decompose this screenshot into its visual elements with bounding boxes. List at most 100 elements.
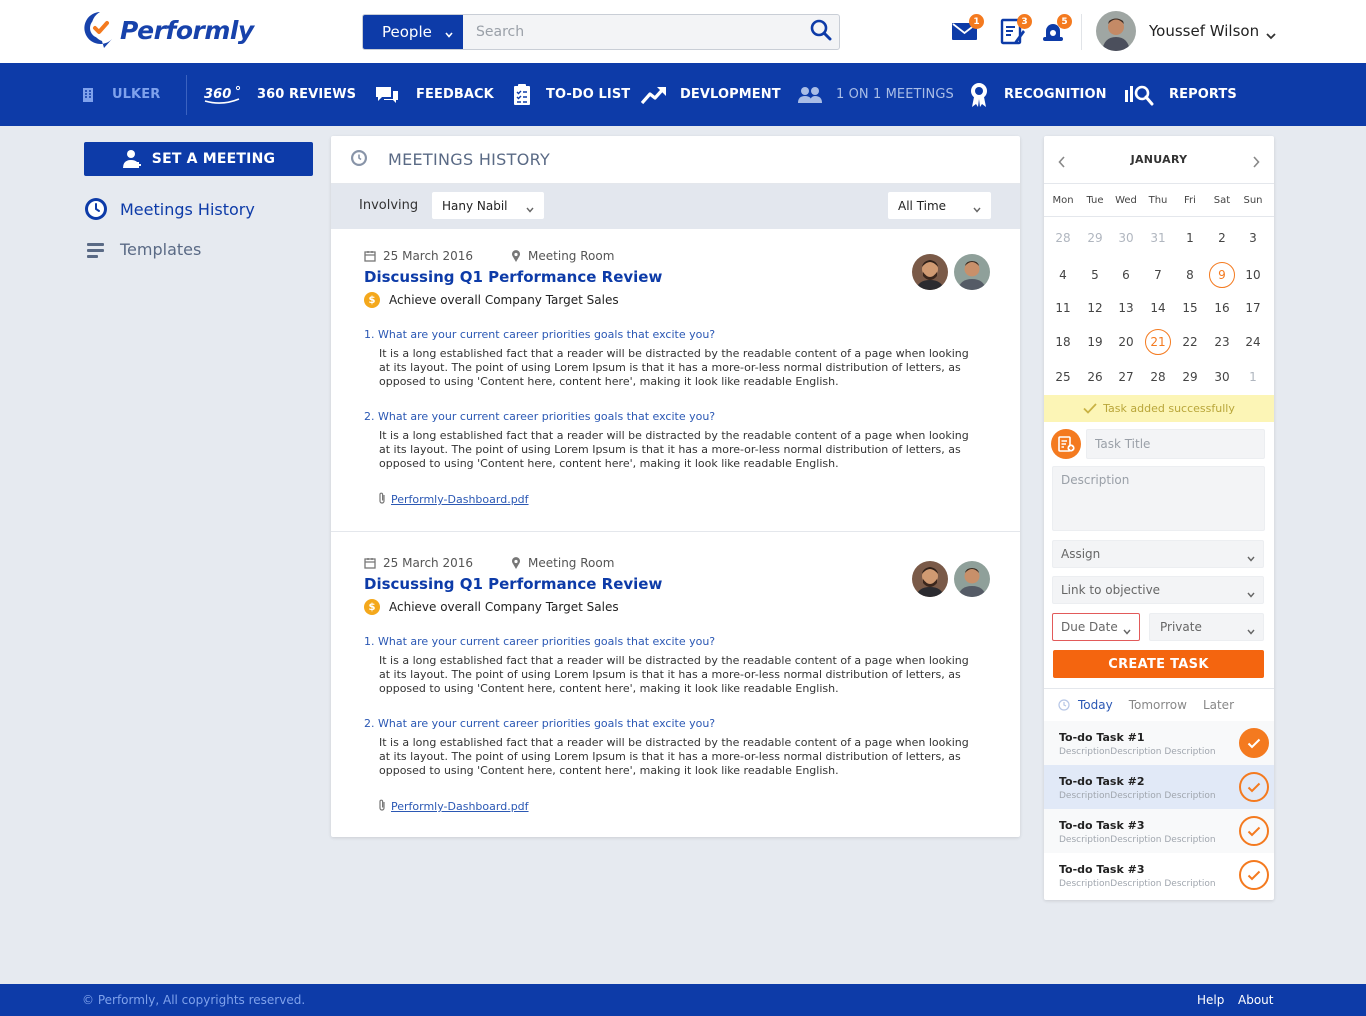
brand-logo[interactable]: Performly [82,10,254,50]
set-meeting-label: SET A MEETING [151,151,276,167]
calendar-day[interactable]: 30 [1113,225,1139,251]
nav-item-feedback[interactable]: FEEDBACK [375,63,494,126]
user-name[interactable]: Youssef Wilson [1149,22,1259,40]
calendar-day[interactable]: 7 [1145,262,1171,288]
todo-item[interactable]: To-do Task #3 DescriptionDescription Des… [1044,809,1274,853]
participant-avatar[interactable] [912,561,948,597]
create-task-button[interactable]: CREATE TASK [1053,650,1264,678]
about-link[interactable]: About [1238,993,1273,1007]
tab-tomorrow[interactable]: Tomorrow [1129,698,1187,712]
calendar-day[interactable]: 1 [1240,364,1266,390]
participant-avatar[interactable] [954,561,990,597]
nav-item-reports[interactable]: REPORTS [1124,63,1237,126]
chevron-down-icon[interactable] [1265,26,1277,45]
privacy-select[interactable]: Private [1149,613,1264,641]
calendar-day[interactable]: 27 [1113,364,1139,390]
calendar-day[interactable]: 1 [1177,225,1203,251]
calendar-day[interactable]: 18 [1050,329,1076,355]
nav-item-todo-list[interactable]: TO-DO LIST [513,63,630,126]
bell-icon [1038,24,1068,50]
search-category-select[interactable]: People [363,15,463,49]
calendar-day[interactable]: 24 [1240,329,1266,355]
todo-title: To-do Task #3 [1059,863,1145,876]
calendar-day[interactable]: 23 [1209,329,1235,355]
calendar-day[interactable]: 19 [1082,329,1108,355]
meeting-meta: 25 March 2016 Meeting Room [364,556,614,570]
calendar-day[interactable]: 31 [1145,225,1171,251]
meeting-title[interactable]: Discussing Q1 Performance Review [364,575,662,593]
calendar-day[interactable]: 21 [1145,329,1171,355]
attachment-link[interactable]: Performly-Dashboard.pdf [391,800,529,813]
meeting-card: 25 March 2016 Meeting Room Discussing Q1… [331,229,1020,531]
calendar-day[interactable]: 20 [1113,329,1139,355]
calendar-icon [364,557,376,569]
calendar-day[interactable]: 2 [1209,225,1235,251]
calendar-day[interactable]: 8 [1177,262,1203,288]
search-button[interactable] [803,15,839,49]
nav-company-label: ULKER [112,87,161,102]
tasks-button[interactable]: 3 [998,14,1032,48]
chevron-down-icon [1247,587,1255,601]
user-avatar[interactable] [1096,11,1136,51]
objective-select[interactable]: Link to objective [1052,576,1264,604]
calendar-day[interactable]: 14 [1145,295,1171,321]
todo-complete-toggle[interactable] [1239,728,1269,758]
calendar-day[interactable]: 3 [1240,225,1266,251]
attachment-link[interactable]: Performly-Dashboard.pdf [391,493,529,506]
calendar-day[interactable]: 25 [1050,364,1076,390]
calendar-day[interactable]: 9 [1209,262,1235,288]
todo-complete-toggle[interactable] [1239,772,1269,802]
calendar-day[interactable]: 28 [1145,364,1171,390]
nav-item-1on1-meetings[interactable]: 1 ON 1 MEETINGS [797,63,954,126]
building-icon [82,87,94,103]
todo-item[interactable]: To-do Task #3 DescriptionDescription Des… [1044,853,1274,897]
todo-complete-toggle[interactable] [1239,860,1269,890]
notifications-button[interactable]: 5 [1038,14,1072,50]
calendar-day[interactable]: 10 [1240,262,1266,288]
calendar-day[interactable]: 29 [1177,364,1203,390]
tasks-badge: 3 [1017,14,1032,29]
todo-item[interactable]: To-do Task #2 DescriptionDescription Des… [1044,765,1274,809]
chevron-right-icon[interactable] [1252,153,1260,172]
assign-select[interactable]: Assign [1052,540,1264,568]
participant-avatar[interactable] [912,254,948,290]
participant-avatar[interactable] [954,254,990,290]
nav-company[interactable]: ULKER [82,63,160,126]
question-text: 1. What are your current career prioriti… [364,635,716,648]
calendar-day[interactable]: 29 [1082,225,1108,251]
calendar-day[interactable]: 16 [1209,295,1235,321]
sidebar-item-meetings-history[interactable]: Meetings History [84,197,255,221]
tab-today[interactable]: Today [1078,698,1113,712]
meeting-title[interactable]: Discussing Q1 Performance Review [364,268,662,286]
calendar-weekday: Fri [1184,195,1196,206]
nav-item-360-reviews[interactable]: 360 360 REVIEWS [203,63,356,126]
search-input[interactable] [463,15,803,49]
set-meeting-button[interactable]: SET A MEETING [84,142,313,176]
calendar-day[interactable]: 5 [1082,262,1108,288]
todo-description: DescriptionDescription Description [1059,879,1216,889]
period-filter-select[interactable]: All Time [888,192,991,219]
task-description-input[interactable] [1052,466,1265,531]
calendar-day[interactable]: 4 [1050,262,1076,288]
todo-item[interactable]: To-do Task #1 DescriptionDescription Des… [1044,721,1274,765]
nav-item-development[interactable]: DEVLOPMENT [641,63,781,126]
task-title-input[interactable] [1086,429,1265,459]
calendar-day[interactable]: 26 [1082,364,1108,390]
calendar-day[interactable]: 11 [1050,295,1076,321]
calendar-day[interactable]: 28 [1050,225,1076,251]
calendar-day[interactable]: 30 [1209,364,1235,390]
calendar-day[interactable]: 12 [1082,295,1108,321]
calendar-day[interactable]: 13 [1113,295,1139,321]
calendar-day[interactable]: 15 [1177,295,1203,321]
tab-later[interactable]: Later [1203,698,1234,712]
due-date-select[interactable]: Due Date [1052,613,1140,641]
calendar-day[interactable]: 6 [1113,262,1139,288]
messages-button[interactable]: 1 [950,14,984,48]
calendar-day[interactable]: 22 [1177,329,1203,355]
nav-item-recognition[interactable]: RECOGNITION [969,63,1107,126]
sidebar-item-templates[interactable]: Templates [84,240,201,259]
todo-complete-toggle[interactable] [1239,816,1269,846]
person-filter-select[interactable]: Hany Nabil [432,192,544,219]
calendar-day[interactable]: 17 [1240,295,1266,321]
help-link[interactable]: Help [1197,993,1224,1007]
